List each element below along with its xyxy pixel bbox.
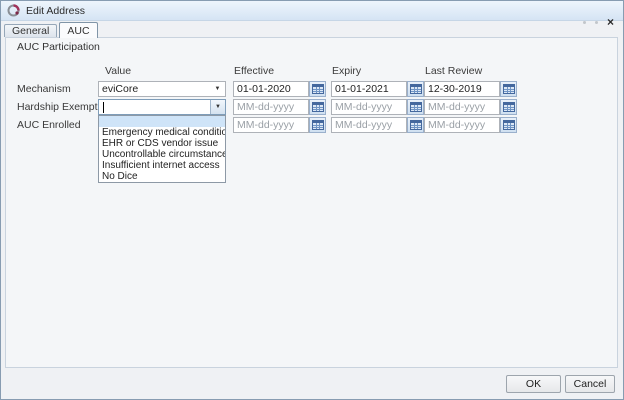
mechanism-effective-calendar-button[interactable] <box>309 81 326 97</box>
tab-general-label: General <box>12 25 49 37</box>
title-bar[interactable]: Edit Address <box>1 1 623 21</box>
hardship-exemption-value-text <box>99 100 210 114</box>
close-button[interactable]: × <box>607 17 614 27</box>
auc-enrolled-last-review-input[interactable] <box>424 117 500 133</box>
text-caret <box>103 102 104 113</box>
calendar-icon <box>312 84 324 94</box>
mechanism-last-review-input[interactable] <box>424 81 500 97</box>
auc-enrolled-last-review-calendar-button[interactable] <box>500 117 517 133</box>
cancel-button[interactable]: Cancel <box>565 375 615 393</box>
window-title: Edit Address <box>26 5 85 17</box>
auc-enrolled-effective-input[interactable] <box>233 117 309 133</box>
calendar-icon <box>503 84 515 94</box>
dropdown-option-ehr-or-cds-vendor-issue[interactable]: EHR or CDS vendor issue <box>99 138 225 149</box>
calendar-icon <box>503 102 515 112</box>
auc-enrolled-expiry-calendar-button[interactable] <box>407 117 424 133</box>
mechanism-last-review-calendar-button[interactable] <box>500 81 517 97</box>
tab-general[interactable]: General <box>4 24 57 37</box>
ok-button-label: OK <box>526 378 541 390</box>
hardship-exemption-dropdown-list: Emergency medical condition EHR or CDS v… <box>98 115 226 183</box>
dropdown-option-empty[interactable] <box>99 116 225 127</box>
mechanism-expiry-input[interactable] <box>331 81 407 97</box>
column-header-expiry: Expiry <box>332 65 361 77</box>
dropdown-option-emergency-medical-condition[interactable]: Emergency medical condition <box>99 127 225 138</box>
calendar-icon <box>410 102 422 112</box>
hardship-effective-calendar-button[interactable] <box>309 99 326 115</box>
tab-auc-label: AUC <box>67 25 89 37</box>
dropdown-option-uncontrollable-circumstances[interactable]: Uncontrollable circumstances <box>99 149 225 160</box>
tab-strip: General AUC <box>4 22 100 37</box>
tab-auc[interactable]: AUC <box>59 22 97 38</box>
calendar-icon <box>312 120 324 130</box>
chevron-down-icon[interactable]: ▼ <box>210 100 225 114</box>
row-label-auc-enrolled: AUC Enrolled <box>17 119 81 131</box>
row-label-mechanism: Mechanism <box>17 83 71 95</box>
section-title: AUC Participation <box>17 41 100 53</box>
calendar-icon <box>410 84 422 94</box>
mechanism-effective-input[interactable] <box>233 81 309 97</box>
hardship-exemption-combobox[interactable]: ▼ <box>98 99 226 115</box>
ok-button[interactable]: OK <box>506 375 561 393</box>
column-header-value: Value <box>105 65 131 77</box>
app-icon <box>7 4 20 17</box>
hardship-last-review-calendar-button[interactable] <box>500 99 517 115</box>
mechanism-expiry-calendar-button[interactable] <box>407 81 424 97</box>
close-icon: × <box>607 15 614 29</box>
dropdown-option-no-dice[interactable]: No Dice <box>99 171 225 182</box>
mechanism-value-combobox[interactable]: eviCore ▼ <box>98 81 226 97</box>
window-handle-dot <box>583 21 586 24</box>
mechanism-value-text: eviCore <box>99 82 210 96</box>
window-handle-dot <box>595 21 598 24</box>
calendar-icon <box>410 120 422 130</box>
calendar-icon <box>503 120 515 130</box>
cancel-button-label: Cancel <box>574 378 607 390</box>
hardship-effective-input[interactable] <box>233 99 309 115</box>
hardship-expiry-input[interactable] <box>331 99 407 115</box>
chevron-down-icon[interactable]: ▼ <box>210 82 225 96</box>
auc-enrolled-effective-calendar-button[interactable] <box>309 117 326 133</box>
hardship-expiry-calendar-button[interactable] <box>407 99 424 115</box>
auc-enrolled-expiry-input[interactable] <box>331 117 407 133</box>
edit-address-dialog: Edit Address × General AUC AUC Participa… <box>0 0 624 400</box>
dropdown-option-insufficient-internet-access[interactable]: Insufficient internet access <box>99 160 225 171</box>
hardship-last-review-input[interactable] <box>424 99 500 115</box>
column-header-effective: Effective <box>234 65 274 77</box>
calendar-icon <box>312 102 324 112</box>
column-header-last-review: Last Review <box>425 65 482 77</box>
